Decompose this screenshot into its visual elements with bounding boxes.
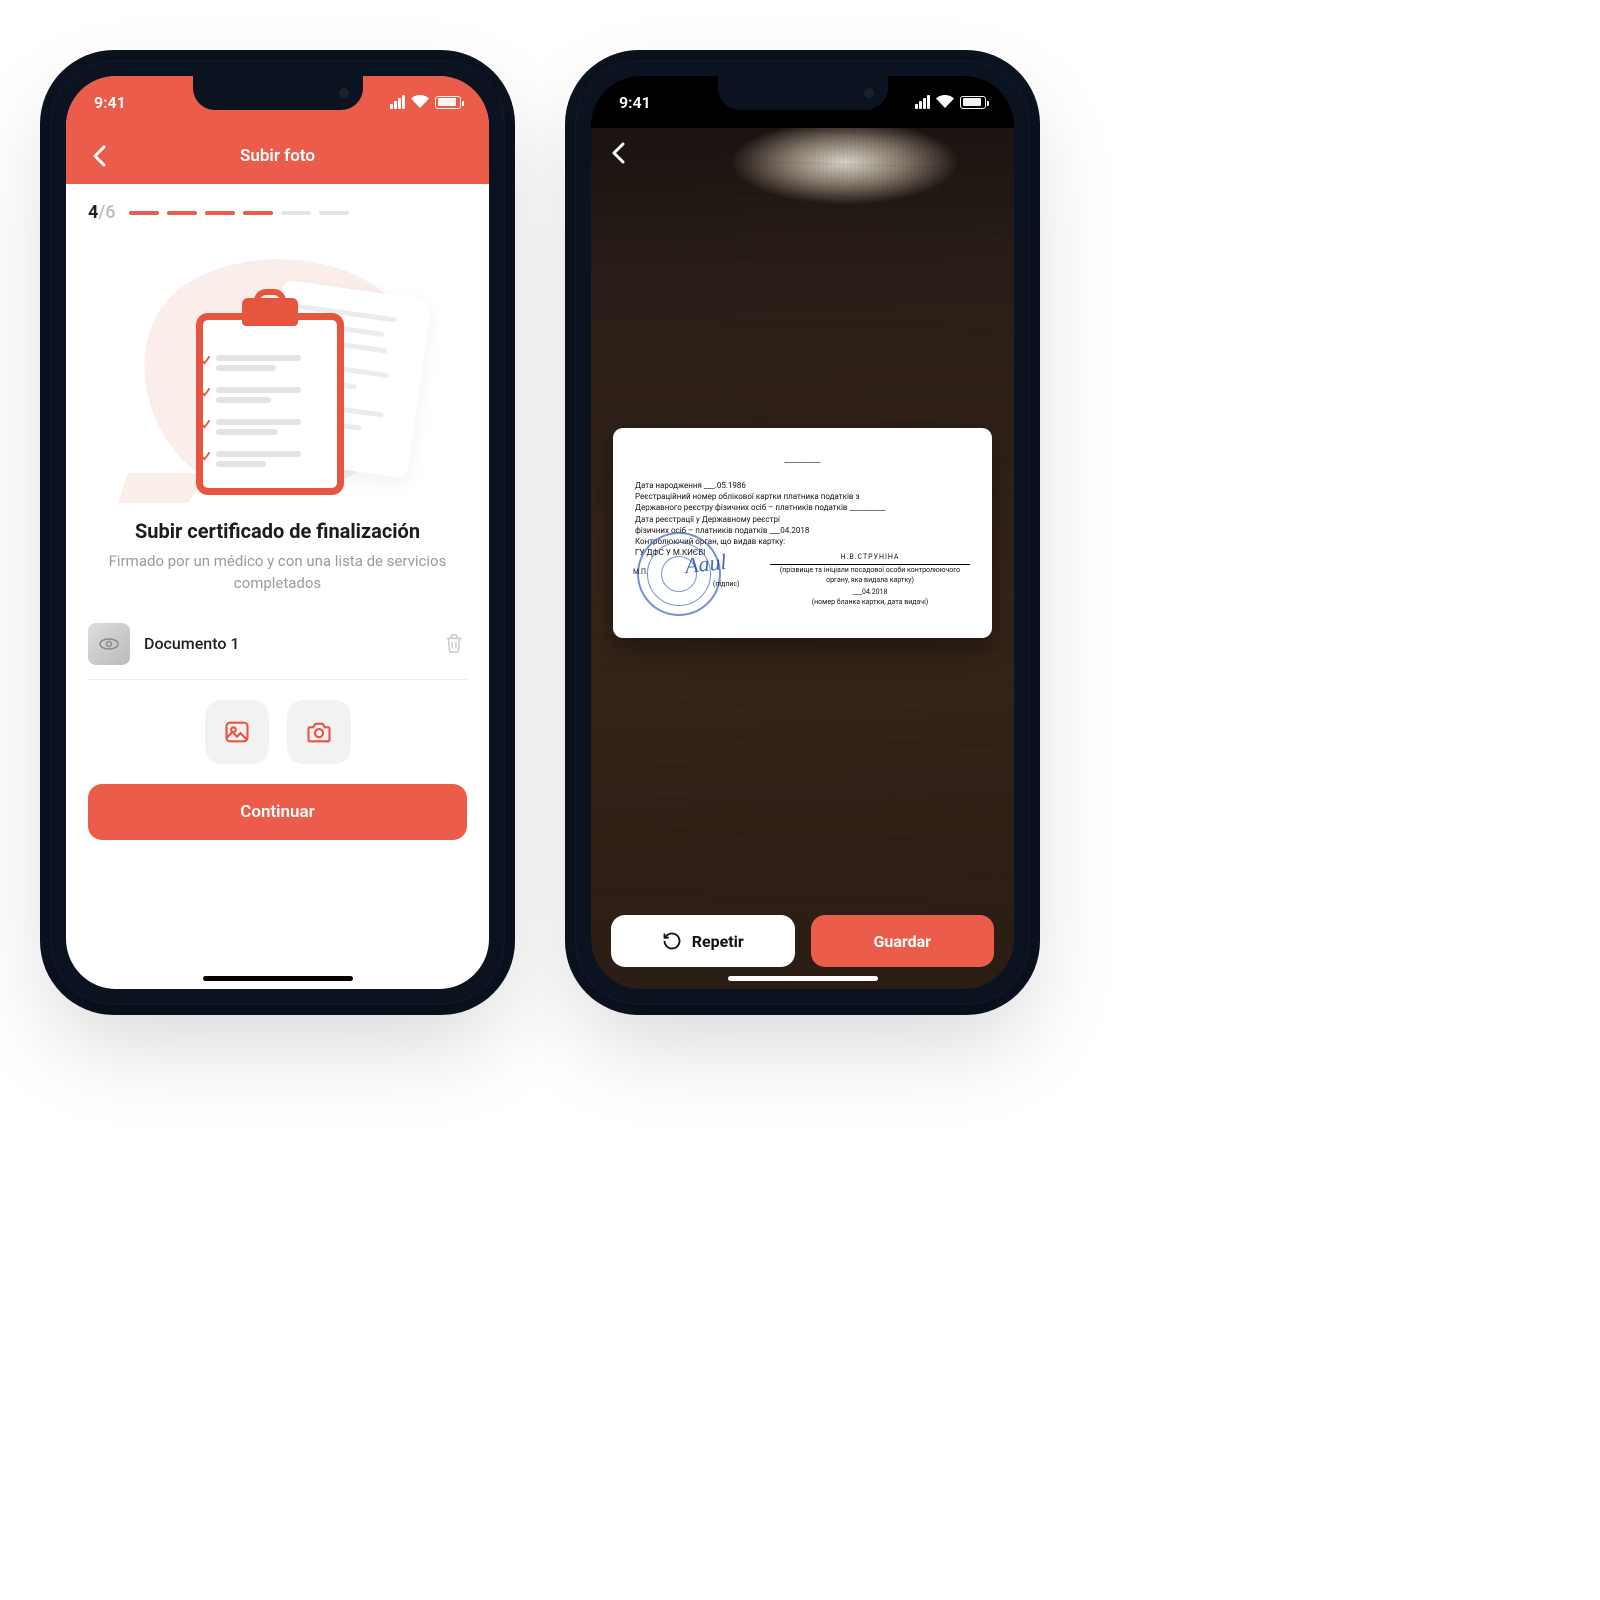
back-button[interactable] [84,141,114,171]
signal-icon [390,95,405,109]
phone-left-upload: 9:41 Subir foto 4/6 [50,60,505,1005]
trash-icon[interactable] [443,632,467,656]
phone-right-camera-preview: 9:41 __________ Дата народження ___.05.1… [575,60,1030,1005]
upload-subtext: Firmado por un médico y con una lista de… [94,551,461,595]
signal-icon [915,95,930,109]
back-button[interactable] [611,142,625,168]
document-thumbnail [88,623,130,665]
status-time: 9:41 [94,93,126,112]
illustration-clipboard [118,253,438,503]
camera-button[interactable] [287,700,351,764]
wifi-icon [411,93,429,112]
battery-icon [960,96,986,109]
upload-heading: Subir certificado de finalización [88,519,467,543]
document-name: Documento 1 [144,634,429,653]
header-title: Subir foto [240,146,315,166]
save-button[interactable]: Guardar [811,915,995,967]
document-row[interactable]: Documento 1 [88,623,467,680]
app-header: Subir foto [66,128,489,184]
home-indicator[interactable] [728,976,878,981]
continue-button[interactable]: Continuar [88,784,467,840]
captured-document: __________ Дата народження ___.05.1986 Р… [613,428,992,638]
signature: Aaul [684,547,729,582]
camera-preview: __________ Дата народження ___.05.1986 Р… [591,128,1014,989]
status-time: 9:41 [619,93,651,112]
battery-icon [435,96,461,109]
step-indicator: 4/6 [88,202,467,223]
retry-button[interactable]: Repetir [611,915,795,967]
wifi-icon [936,93,954,112]
home-indicator[interactable] [203,976,353,981]
step-current: 4 [88,202,98,223]
device-notch [718,76,888,110]
step-segments [129,211,349,215]
device-notch [193,76,363,110]
gallery-button[interactable] [205,700,269,764]
